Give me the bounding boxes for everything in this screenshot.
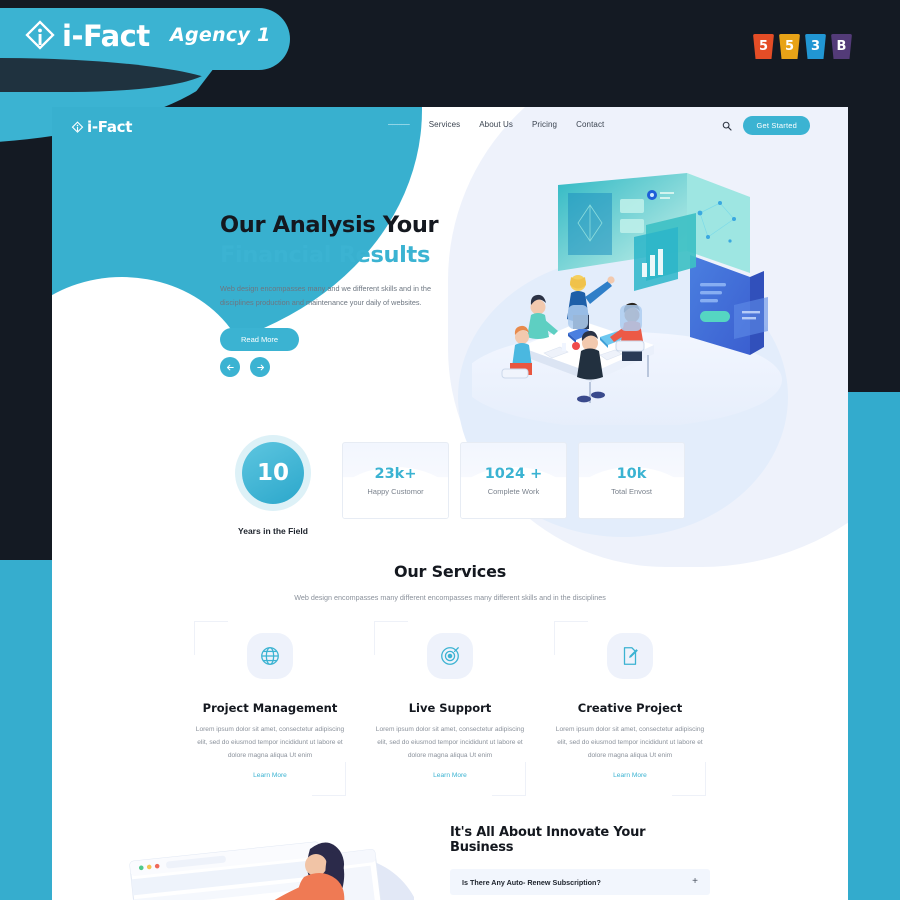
stat-label: Happy Customor (367, 486, 424, 496)
website-mockup: i-Fact Home Services About Us Pricing Co… (52, 107, 848, 900)
card-corner-decoration (312, 761, 346, 796)
stat-label: Complete Work (487, 486, 540, 496)
promo-brand: i-Fact (22, 18, 150, 54)
service-body: Lorem ipsum dolor sit amet, consectetur … (195, 726, 345, 759)
bootstrap-badge: B (831, 34, 852, 59)
stat-label: Total Envost (611, 486, 652, 496)
carousel-next-button[interactable] (250, 357, 270, 377)
stat-card-happy-customer: 23k+ Happy Customor (342, 442, 449, 519)
hero-paragraph: Web design encompasses many and we diffe… (220, 284, 432, 307)
service-learn-more-link[interactable]: Learn More (613, 772, 647, 779)
card-corner-decoration (554, 621, 588, 655)
faq-heading: It's All About Innovate Your Business (450, 825, 646, 855)
css3-badge: 3 (805, 34, 826, 59)
site-navbar: i-Fact Home Services About Us Pricing Co… (52, 107, 848, 147)
search-icon[interactable] (722, 121, 733, 131)
diamond-i-icon (71, 120, 84, 133)
hero-carousel-controls (220, 357, 270, 377)
arrow-left-icon (226, 364, 234, 370)
services-heading: Our Services (393, 562, 507, 581)
hero-copy: Our Analysis Your Financial Results Web … (220, 211, 460, 352)
service-body: Lorem ipsum dolor sit amet, consectetur … (555, 726, 705, 759)
hero-illustration (462, 155, 792, 428)
js-badge: 5 (779, 34, 800, 59)
nav-link-contact[interactable]: Contact (576, 120, 604, 129)
hero-title: Our Analysis Your Financial Results (220, 211, 460, 270)
stat-value: 10k (616, 465, 647, 482)
card-corner-decoration (374, 621, 408, 655)
service-title: Creative Project (577, 701, 683, 715)
stat-years-circle: 10 (242, 442, 304, 504)
target-icon (427, 633, 473, 679)
team-meeting-isometric-illustration (462, 173, 782, 428)
navbar-logo[interactable]: i-Fact (70, 118, 132, 136)
browser-windows-woman-illustration (129, 841, 414, 900)
service-card-live-support[interactable]: Live Support Lorem ipsum dolor sit amet,… (360, 615, 540, 796)
service-card-creative-project[interactable]: Creative Project Lorem ipsum dolor sit a… (540, 615, 720, 796)
card-corner-decoration (672, 761, 706, 796)
service-learn-more-link[interactable]: Learn More (433, 772, 467, 779)
service-learn-more-link[interactable]: Learn More (253, 772, 287, 779)
service-card-project-management[interactable]: Project Management Lorem ipsum dolor sit… (180, 615, 360, 796)
nav-link-services[interactable]: Services (429, 120, 460, 129)
tech-badge-group: 5 5 3 B (753, 34, 852, 59)
stat-years-label: Years in the Field (238, 526, 308, 536)
hero-title-line1: Our Analysis Your (220, 212, 439, 238)
service-title: Live Support (408, 701, 492, 715)
nav-link-about-us[interactable]: About Us (479, 120, 513, 129)
services-subheading: Web design encompasses many different en… (294, 593, 606, 602)
background-right-teal-fill (848, 440, 900, 900)
diamond-i-icon (22, 18, 58, 54)
plus-icon[interactable]: + (692, 877, 698, 887)
arrow-right-icon (256, 364, 264, 370)
nav-link-home[interactable]: Home (388, 120, 410, 129)
promo-brand-name: i-Fact (62, 19, 150, 53)
navbar-logo-text: i-Fact (87, 118, 133, 136)
stat-card-total-envost: 10k Total Envost (578, 442, 685, 519)
hero-title-line2: Financial Results (220, 241, 430, 268)
pen-document-icon (607, 633, 653, 679)
stat-card-complete-work: 1024 + Complete Work (460, 442, 567, 519)
faq-question: Is There Any Auto- Renew Subscription? (462, 877, 601, 887)
service-title: Project Management (202, 701, 338, 715)
card-corner-decoration (492, 761, 526, 796)
faq-accordion-item[interactable]: Is There Any Auto- Renew Subscription? + (450, 869, 710, 895)
globe-icon (247, 633, 293, 679)
carousel-prev-button[interactable] (220, 357, 240, 377)
agency-label: Agency 1 (170, 24, 271, 46)
nav-link-pricing[interactable]: Pricing (532, 120, 557, 129)
html5-badge: 5 (753, 34, 774, 59)
faq-section: It's All About Innovate Your Business Is… (450, 825, 710, 900)
read-more-button[interactable]: Read More (220, 328, 300, 352)
background-left-teal-fill (0, 625, 60, 900)
navbar-actions: Get Started (722, 116, 810, 135)
card-corner-decoration (194, 621, 228, 655)
stat-value: 23k+ (374, 465, 417, 482)
stat-years-block: 10 Years in the Field (215, 442, 331, 536)
services-header: Our Services Web design encompasses many… (52, 562, 848, 605)
faq-illustration (114, 807, 424, 900)
stats-section: 10 Years in the Field 23k+ Happy Customo… (52, 442, 848, 536)
services-card-list: Project Management Lorem ipsum dolor sit… (52, 615, 848, 796)
service-body: Lorem ipsum dolor sit amet, consectetur … (375, 726, 525, 759)
attendee-figure-teal (527, 294, 558, 339)
navbar-links: Home Services About Us Pricing Contact (388, 120, 604, 129)
stat-value: 1024 + (484, 465, 543, 482)
get-started-button[interactable]: Get Started (743, 116, 810, 135)
